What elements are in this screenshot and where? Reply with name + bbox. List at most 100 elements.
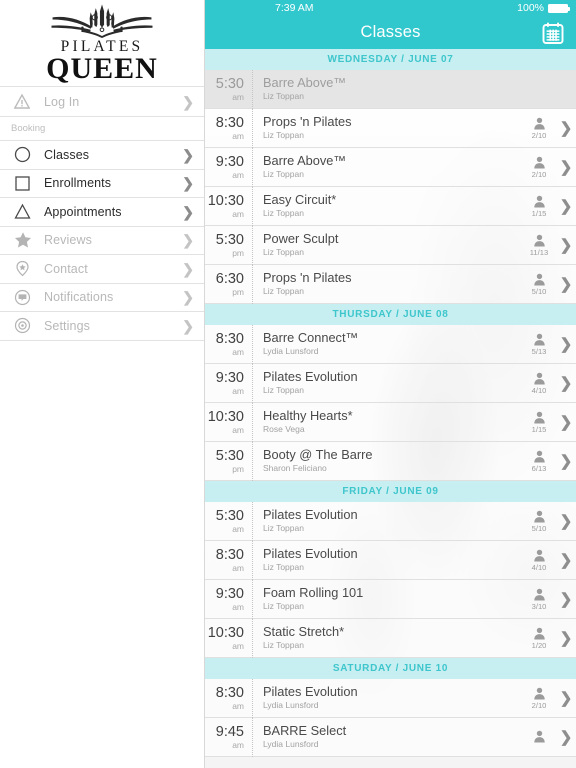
class-instructor: Liz Toppan	[263, 601, 304, 611]
person-icon	[533, 687, 545, 699]
class-time: 5:30 pm	[205, 448, 250, 474]
class-instructor: Liz Toppan	[263, 523, 304, 533]
chevron-right-icon: ❯	[559, 275, 573, 293]
sidebar-item-appointments[interactable]: Appointments ❯	[0, 197, 204, 226]
class-info: Barre Connect™ Lydia Lunsford	[253, 331, 522, 357]
class-time: 5:30 pm	[205, 232, 250, 258]
class-row[interactable]: 8:30 am Pilates Evolution Lydia Lunsford 2/1…	[205, 678, 576, 718]
location-pin-icon	[14, 260, 44, 277]
class-row[interactable]: 5:30 pm Booty @ The Barre Sharon Feliciano 6…	[205, 441, 576, 481]
class-time: 8:30 am	[205, 331, 250, 357]
sidebar-item-login[interactable]: Log In ❯	[0, 86, 204, 116]
class-instructor: Lydia Lunsford	[263, 700, 319, 710]
chevron-right-icon: ❯	[559, 629, 573, 647]
class-info: Barre Above™ Liz Toppan	[253, 76, 522, 102]
status-bar: 7:39 AM 100%	[205, 0, 576, 16]
class-capacity-text: 4/10	[531, 385, 547, 395]
gear-icon	[14, 317, 44, 334]
sidebar-item-classes-label: Classes	[44, 147, 90, 162]
class-time: 9:30 am	[205, 585, 250, 612]
sidebar-item-settings[interactable]: Settings ❯	[0, 311, 204, 340]
chevron-right-icon: ❯	[182, 260, 194, 277]
class-capacity-text: 2/10	[531, 700, 547, 710]
class-capacity	[522, 730, 556, 744]
person-icon	[533, 156, 545, 168]
sidebar-item-classes[interactable]: Classes ❯	[0, 140, 204, 169]
sidebar-item-reviews[interactable]: Reviews ❯	[0, 225, 204, 254]
class-capacity: 2/10	[522, 156, 556, 179]
class-instructor: Lydia Lunsford	[263, 346, 319, 356]
square-icon	[14, 175, 44, 192]
class-info: Props 'n Pilates Liz Toppan	[253, 115, 522, 141]
class-title: Foam Rolling 101	[263, 586, 364, 600]
class-capacity-text: 2/10	[531, 130, 547, 140]
class-time-value: 9:45	[215, 723, 244, 740]
class-row[interactable]: 10:30 am Easy Circuit* Liz Toppan 1/15 ❯	[205, 186, 576, 226]
chevron-right-icon: ❯	[182, 93, 194, 110]
page-title: Classes	[360, 23, 421, 41]
class-row[interactable]: 5:30 am Pilates Evolution Liz Toppan 5/10 ❯	[205, 501, 576, 541]
sidebar: PILATES QUEEN Log In ❯ Booking Classes ❯	[0, 0, 205, 768]
sidebar-item-notifications[interactable]: Notifications ❯	[0, 282, 204, 311]
class-title: Easy Circuit*	[263, 193, 337, 207]
chevron-right-icon: ❯	[182, 146, 194, 163]
person-icon	[533, 372, 545, 384]
class-capacity-text: 5/13	[531, 346, 547, 356]
class-time: 9:30 am	[205, 154, 250, 180]
class-instructor: Lydia Lunsford	[263, 739, 319, 749]
class-row[interactable]: 9:45 am BARRE Select Lydia Lunsford ❯	[205, 717, 576, 757]
class-capacity: 4/10	[522, 549, 556, 572]
chevron-right-icon: ❯	[182, 289, 194, 306]
class-info: Pilates Evolution Liz Toppan	[253, 370, 522, 396]
chevron-right-icon: ❯	[559, 551, 573, 569]
class-time-meridiem: am	[232, 641, 244, 651]
sidebar-section-booking: Booking	[0, 116, 204, 140]
sidebar-item-enrollments-label: Enrollments	[44, 176, 112, 191]
class-row[interactable]: 5:30 pm Power Sculpt Liz Toppan 11/13 ❯	[205, 225, 576, 265]
chevron-right-icon: ❯	[182, 203, 194, 220]
class-title: Healthy Hearts*	[263, 409, 353, 423]
class-time-value: 10:30	[207, 624, 244, 641]
class-time-value: 9:30	[215, 585, 244, 602]
class-capacity: 5/13	[522, 333, 556, 356]
class-instructor: Liz Toppan	[263, 247, 304, 257]
class-instructor: Liz Toppan	[263, 169, 304, 179]
class-row[interactable]: 8:30 am Pilates Evolution Liz Toppan 4/10 ❯	[205, 540, 576, 580]
class-info: Pilates Evolution Lydia Lunsford	[253, 685, 522, 711]
class-schedule-list[interactable]: WEDNESDAY / JUNE 07 5:30 am Barre Above™ Liz…	[205, 49, 576, 757]
class-time-meridiem: pm	[232, 287, 244, 297]
class-time-value: 9:30	[215, 369, 244, 386]
sidebar-item-enrollments[interactable]: Enrollments ❯	[0, 168, 204, 197]
class-row[interactable]: 8:30 am Barre Connect™ Lydia Lunsford 5/13 ❯	[205, 324, 576, 364]
class-row[interactable]: 6:30 pm Props 'n Pilates Liz Toppan 5/10 ❯	[205, 264, 576, 304]
class-row[interactable]: 10:30 am Static Stretch* Liz Toppan 1/20 ❯	[205, 618, 576, 658]
class-time: 8:30 am	[205, 547, 250, 573]
class-time: 5:30 am	[205, 508, 250, 534]
sidebar-item-login-label: Log In	[44, 94, 80, 109]
class-time: 10:30 am	[205, 624, 250, 651]
sidebar-item-contact[interactable]: Contact ❯	[0, 254, 204, 283]
class-instructor: Liz Toppan	[263, 562, 304, 572]
class-title: Static Stretch*	[263, 625, 345, 639]
class-capacity-text: 2/10	[531, 169, 547, 179]
class-title: Props 'n Pilates	[263, 115, 352, 129]
warning-triangle-icon	[14, 94, 44, 109]
class-time-meridiem: pm	[232, 248, 244, 258]
chevron-right-icon: ❯	[559, 590, 573, 608]
person-icon	[533, 333, 545, 345]
class-row[interactable]: 10:30 am Healthy Hearts* Rose Vega 1/15 ❯	[205, 402, 576, 442]
class-capacity: 11/13	[522, 234, 556, 257]
class-row[interactable]: 9:30 am Pilates Evolution Liz Toppan 4/10 ❯	[205, 363, 576, 403]
day-header: WEDNESDAY / JUNE 07	[205, 49, 576, 70]
logo-text-queen: QUEEN	[46, 52, 158, 85]
nav-bar: Classes	[205, 16, 576, 49]
class-time: 5:30 am	[205, 76, 250, 102]
class-time: 9:30 am	[205, 369, 250, 396]
class-info: Barre Above™ Liz Toppan	[253, 154, 522, 180]
class-title: BARRE Select	[263, 724, 347, 738]
calendar-icon[interactable]	[539, 19, 566, 46]
class-row[interactable]: 9:30 am Foam Rolling 101 Liz Toppan 3/10 ❯	[205, 579, 576, 619]
class-row[interactable]: 8:30 am Props 'n Pilates Liz Toppan 2/10 ❯	[205, 108, 576, 148]
person-icon	[533, 450, 545, 462]
class-row[interactable]: 9:30 am Barre Above™ Liz Toppan 2/10 ❯	[205, 147, 576, 187]
